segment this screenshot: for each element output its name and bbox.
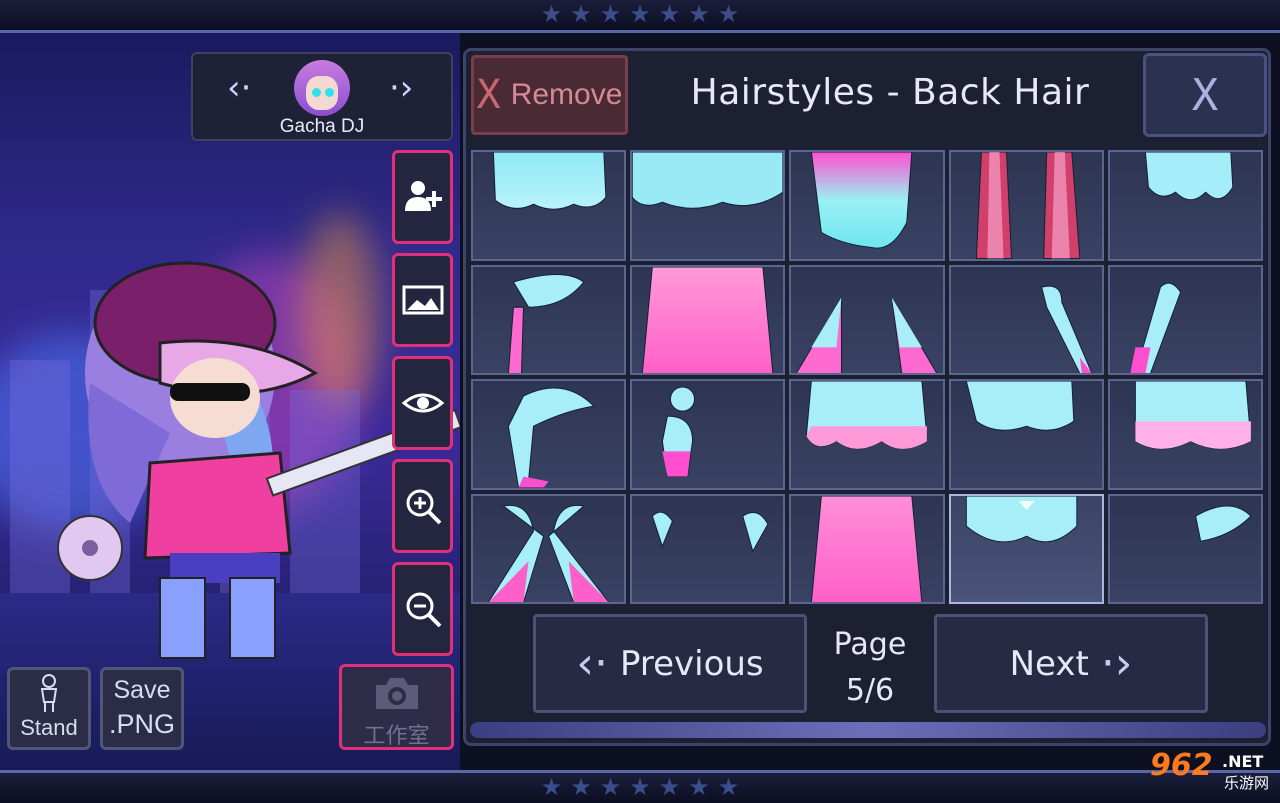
png-label: .PNG xyxy=(108,709,175,739)
hairstyle-option[interactable] xyxy=(1107,264,1263,375)
hairstyle-option[interactable] xyxy=(630,493,786,604)
next-character-button[interactable]: ·› xyxy=(389,68,413,108)
background-button[interactable] xyxy=(392,253,453,347)
stand-label: Stand xyxy=(20,715,78,740)
hairstyle-option[interactable] xyxy=(630,150,786,261)
hairstyle-option[interactable] xyxy=(471,493,627,604)
character-avatar[interactable] xyxy=(294,60,350,116)
zoom-out-button[interactable] xyxy=(392,562,453,656)
next-label: Next xyxy=(1009,643,1089,684)
hairstyle-option[interactable] xyxy=(789,379,945,490)
remove-label: Remove xyxy=(510,78,623,111)
hairstyle-option[interactable] xyxy=(948,264,1104,375)
hairstyle-option-selected[interactable] xyxy=(948,493,1104,604)
character-name: Gacha DJ xyxy=(279,116,365,137)
visibility-button[interactable] xyxy=(392,356,453,450)
character-selector: ‹· ·› Gacha DJ xyxy=(191,52,453,141)
zoom-out-icon xyxy=(406,592,441,628)
save-png-button[interactable]: Save .PNG xyxy=(100,667,184,750)
remove-x-icon: X xyxy=(476,72,501,118)
watermark-cn: 乐游网 xyxy=(1224,775,1270,792)
hairstyle-option[interactable] xyxy=(789,264,945,375)
watermark-number: 962 xyxy=(1150,748,1213,783)
hairstyle-option[interactable] xyxy=(789,493,945,604)
previous-character-button[interactable]: ‹· xyxy=(227,68,251,108)
hairstyle-option[interactable] xyxy=(1107,493,1263,604)
add-character-button[interactable] xyxy=(392,150,453,244)
zoom-in-icon xyxy=(406,489,441,525)
panel-title: Hairstyles - Back Hair xyxy=(690,72,1090,113)
previous-page-button[interactable]: ‹· Previous xyxy=(533,614,807,713)
chevron-left-icon: ‹· xyxy=(576,638,608,689)
eye-icon xyxy=(401,393,444,413)
studio-button[interactable]: 工作室 xyxy=(339,664,454,750)
page-value: 5/6 xyxy=(845,673,895,708)
zoom-in-button[interactable] xyxy=(392,459,453,553)
site-watermark: 962 .NET 乐游网 xyxy=(1146,748,1276,794)
bottom-star-bar: ★ ★ ★ ★ ★ ★ ★ xyxy=(0,770,1280,803)
hairstyle-grid xyxy=(471,150,1263,604)
hairstyle-option[interactable] xyxy=(471,150,627,261)
next-page-button[interactable]: Next ·› xyxy=(934,614,1208,713)
hairstyle-option[interactable] xyxy=(948,150,1104,261)
hairstyle-option[interactable] xyxy=(948,379,1104,490)
top-star-bar: ★ ★ ★ ★ ★ ★ ★ xyxy=(0,0,1280,33)
chevron-right-icon: ·› xyxy=(1100,638,1133,689)
hairstyle-option[interactable] xyxy=(1107,379,1263,490)
add-character-icon xyxy=(404,181,442,211)
previous-label: Previous xyxy=(619,643,764,684)
studio-label: 工作室 xyxy=(363,723,430,748)
panel-scrollbar[interactable] xyxy=(470,722,1266,738)
stand-figure-icon xyxy=(40,674,58,712)
hairstyle-option[interactable] xyxy=(1107,150,1263,261)
stand-button[interactable]: Stand xyxy=(7,667,91,750)
hairstyle-option[interactable] xyxy=(630,264,786,375)
background-image-icon xyxy=(402,285,443,315)
page-label: Page xyxy=(833,627,907,662)
hairstyle-option[interactable] xyxy=(789,150,945,261)
watermark-net: .NET xyxy=(1222,752,1264,771)
save-label: Save xyxy=(113,676,171,704)
page-indicator: Page 5/6 xyxy=(810,622,930,714)
hairstyle-option[interactable] xyxy=(471,264,627,375)
camera-icon xyxy=(375,678,418,709)
close-button[interactable]: X xyxy=(1143,53,1267,137)
character-scene: ‹· ·› Gacha DJ xyxy=(0,33,460,770)
hairstyle-option[interactable] xyxy=(471,379,627,490)
remove-button[interactable]: X Remove xyxy=(471,55,628,135)
hairstyle-option[interactable] xyxy=(630,379,786,490)
